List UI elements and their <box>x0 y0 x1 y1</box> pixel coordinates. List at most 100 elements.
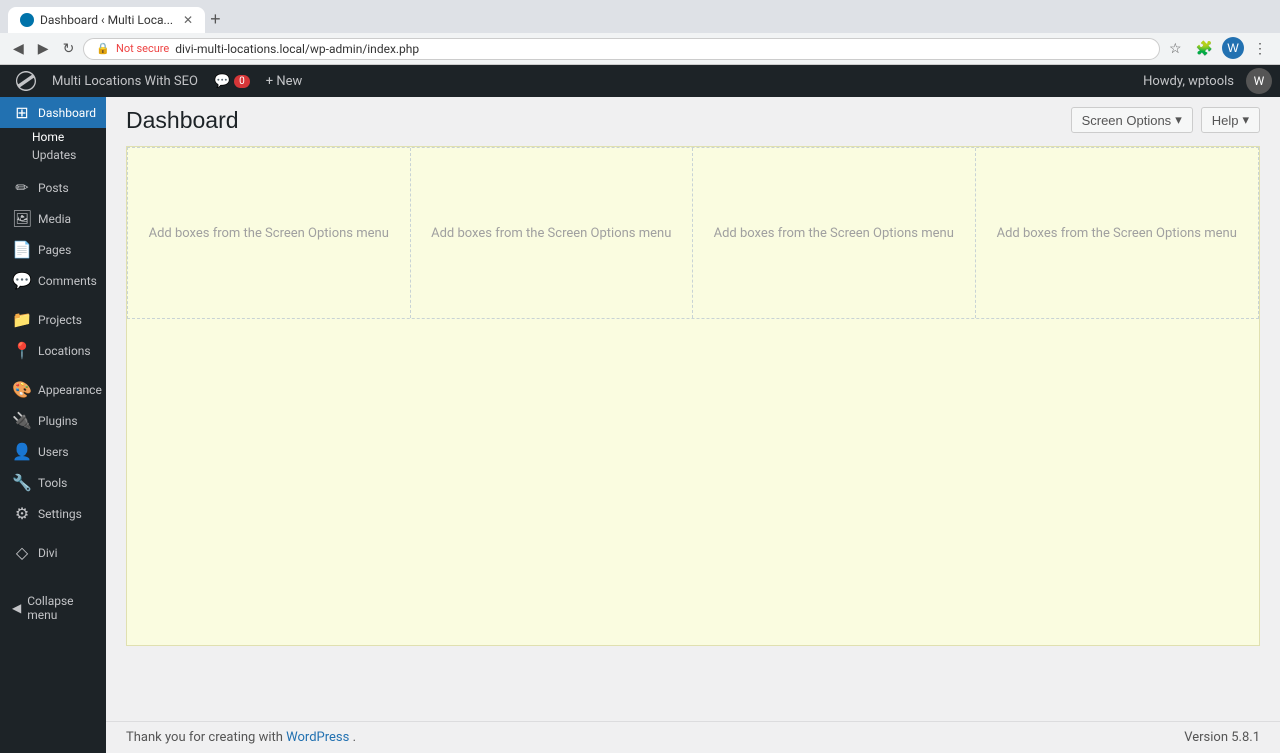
sub-home-label: Home <box>32 130 64 144</box>
sidebar-item-posts[interactable]: ✏ Posts <box>0 172 106 203</box>
wp-admin-bar: Multi Locations With SEO 💬 0 + New Howdy… <box>0 65 1280 97</box>
sidebar-item-locations[interactable]: 📍 Locations <box>0 335 106 366</box>
sidebar-item-media[interactable]: 🖼 Media <box>0 203 106 234</box>
media-icon: 🖼 <box>12 209 32 228</box>
site-name-item[interactable]: Multi Locations With SEO <box>44 65 206 97</box>
sidebar-menu: ⊞ Dashboard Home Updates ✏ Posts 🖼 Media… <box>0 97 106 628</box>
browser-actions: ☆ 🧩 W ⋮ <box>1164 37 1272 60</box>
comments-item[interactable]: 💬 0 <box>206 65 258 97</box>
help-label: Help <box>1212 113 1239 128</box>
sidebar-label-locations: Locations <box>38 344 91 358</box>
sidebar-item-settings[interactable]: ⚙ Settings <box>0 498 106 529</box>
wp-wrapper: ⊞ Dashboard Home Updates ✏ Posts 🖼 Media… <box>0 97 1280 753</box>
tab-title: Dashboard ‹ Multi Loca... <box>40 13 173 27</box>
avatar: W <box>1254 74 1265 88</box>
site-name-label: Multi Locations With SEO <box>52 74 198 89</box>
sidebar-sub-updates[interactable]: Updates <box>0 146 106 164</box>
wp-footer: Thank you for creating with WordPress . … <box>106 721 1280 753</box>
dashboard-placeholder-2: Add boxes from the Screen Options menu <box>411 206 691 261</box>
sidebar-item-users[interactable]: 👤 Users <box>0 436 106 467</box>
not-secure-label: Not secure <box>116 42 169 55</box>
dashboard-col-3: Add boxes from the Screen Options menu <box>693 148 976 318</box>
sidebar-label-pages: Pages <box>38 243 71 257</box>
wp-logo-item[interactable] <box>8 65 44 97</box>
browser-tab[interactable]: Dashboard ‹ Multi Loca... ✕ <box>8 7 205 33</box>
tab-favicon <box>20 13 34 27</box>
dashboard-col-4: Add boxes from the Screen Options menu <box>976 148 1259 318</box>
wp-logo-icon <box>16 71 36 91</box>
plugins-icon: 🔌 <box>12 411 32 430</box>
comments-icon: 💬 <box>214 74 230 89</box>
howdy-text: Howdy, wptools <box>1135 74 1242 89</box>
screen-options-button[interactable]: Screen Options ▾ <box>1071 107 1193 133</box>
help-button[interactable]: Help ▾ <box>1201 107 1260 133</box>
refresh-button[interactable]: ↻ <box>58 37 80 60</box>
tab-close-button[interactable]: ✕ <box>183 13 193 27</box>
sidebar-item-tools[interactable]: 🔧 Tools <box>0 467 106 498</box>
avatar-item[interactable]: W <box>1246 68 1272 94</box>
new-content-item[interactable]: + New <box>258 65 311 97</box>
users-icon: 👤 <box>12 442 32 461</box>
footer-right: Version 5.8.1 <box>1184 730 1260 745</box>
dashboard-col-1: Add boxes from the Screen Options menu <box>128 148 411 318</box>
screen-options-label: Screen Options <box>1082 113 1172 128</box>
sidebar-label-settings: Settings <box>38 507 82 521</box>
divi-icon: ◇ <box>12 543 32 562</box>
dashboard-icon: ⊞ <box>12 103 32 122</box>
sidebar-item-comments[interactable]: 💬 Comments <box>0 265 106 296</box>
dashboard-grid: Add boxes from the Screen Options menu A… <box>127 147 1259 319</box>
new-label: + New <box>266 74 303 89</box>
footer-period: . <box>353 730 356 745</box>
wp-toolbar-button[interactable]: W <box>1222 37 1244 59</box>
admin-bar-left: Multi Locations With SEO 💬 0 + New <box>8 65 1135 97</box>
pages-icon: 📄 <box>12 240 32 259</box>
dashboard-col-2: Add boxes from the Screen Options menu <box>411 148 694 318</box>
collapse-menu-item[interactable]: ◀ Collapse menu <box>0 588 106 628</box>
content-header: Dashboard Screen Options ▾ Help ▾ <box>126 107 1260 134</box>
collapse-label: Collapse menu <box>27 594 98 622</box>
sidebar-label-appearance: Appearance <box>38 383 102 397</box>
screen-options-arrow: ▾ <box>1175 112 1182 128</box>
sidebar-item-plugins[interactable]: 🔌 Plugins <box>0 405 106 436</box>
wp-sidebar: ⊞ Dashboard Home Updates ✏ Posts 🖼 Media… <box>0 97 106 753</box>
posts-icon: ✏ <box>12 178 32 197</box>
appearance-icon: 🎨 <box>12 380 32 399</box>
bookmark-button[interactable]: ☆ <box>1164 37 1187 60</box>
forward-button[interactable]: ▶ <box>33 37 54 60</box>
dashboard-placeholder-4: Add boxes from the Screen Options menu <box>977 206 1257 261</box>
locations-icon: 📍 <box>12 341 32 360</box>
sidebar-label-projects: Projects <box>38 313 82 327</box>
wordpress-link[interactable]: WordPress <box>286 730 349 745</box>
sidebar-label-dashboard: Dashboard <box>38 106 96 120</box>
address-text: divi-multi-locations.local/wp-admin/inde… <box>175 42 419 56</box>
sidebar-label-plugins: Plugins <box>38 414 78 428</box>
wp-content: Dashboard Screen Options ▾ Help ▾ Ad <box>106 97 1280 753</box>
admin-bar-right: Howdy, wptools W <box>1135 68 1272 94</box>
comments-count: 0 <box>234 75 250 88</box>
sub-updates-label: Updates <box>32 148 76 162</box>
dashboard-placeholder-3: Add boxes from the Screen Options menu <box>694 206 974 261</box>
sidebar-sub-home[interactable]: Home <box>0 128 106 146</box>
extensions-button[interactable]: 🧩 <box>1191 37 1218 60</box>
new-tab-button[interactable]: + <box>205 6 226 33</box>
address-bar[interactable]: 🔒 Not secure divi-multi-locations.local/… <box>83 38 1160 60</box>
projects-icon: 📁 <box>12 310 32 329</box>
collapse-arrow-icon: ◀ <box>12 601 21 615</box>
sidebar-item-projects[interactable]: 📁 Projects <box>0 304 106 335</box>
sidebar-item-dashboard[interactable]: ⊞ Dashboard <box>0 97 106 128</box>
not-secure-icon: 🔒 <box>96 42 110 55</box>
sidebar-item-pages[interactable]: 📄 Pages <box>0 234 106 265</box>
sidebar-label-users: Users <box>38 445 69 459</box>
back-button[interactable]: ◀ <box>8 37 29 60</box>
sidebar-label-media: Media <box>38 212 71 226</box>
help-arrow: ▾ <box>1242 112 1249 128</box>
sidebar-label-tools: Tools <box>38 476 67 490</box>
version-label: Version 5.8.1 <box>1184 730 1260 745</box>
browser-controls: ◀ ▶ ↻ 🔒 Not secure divi-multi-locations.… <box>0 33 1280 65</box>
sidebar-label-posts: Posts <box>38 181 69 195</box>
menu-button[interactable]: ⋮ <box>1248 37 1272 60</box>
sidebar-item-appearance[interactable]: 🎨 Appearance <box>0 374 106 405</box>
dashboard-placeholder-1: Add boxes from the Screen Options menu <box>129 206 409 261</box>
sidebar-item-divi[interactable]: ◇ Divi <box>0 537 106 568</box>
sidebar-label-comments: Comments <box>38 274 97 288</box>
